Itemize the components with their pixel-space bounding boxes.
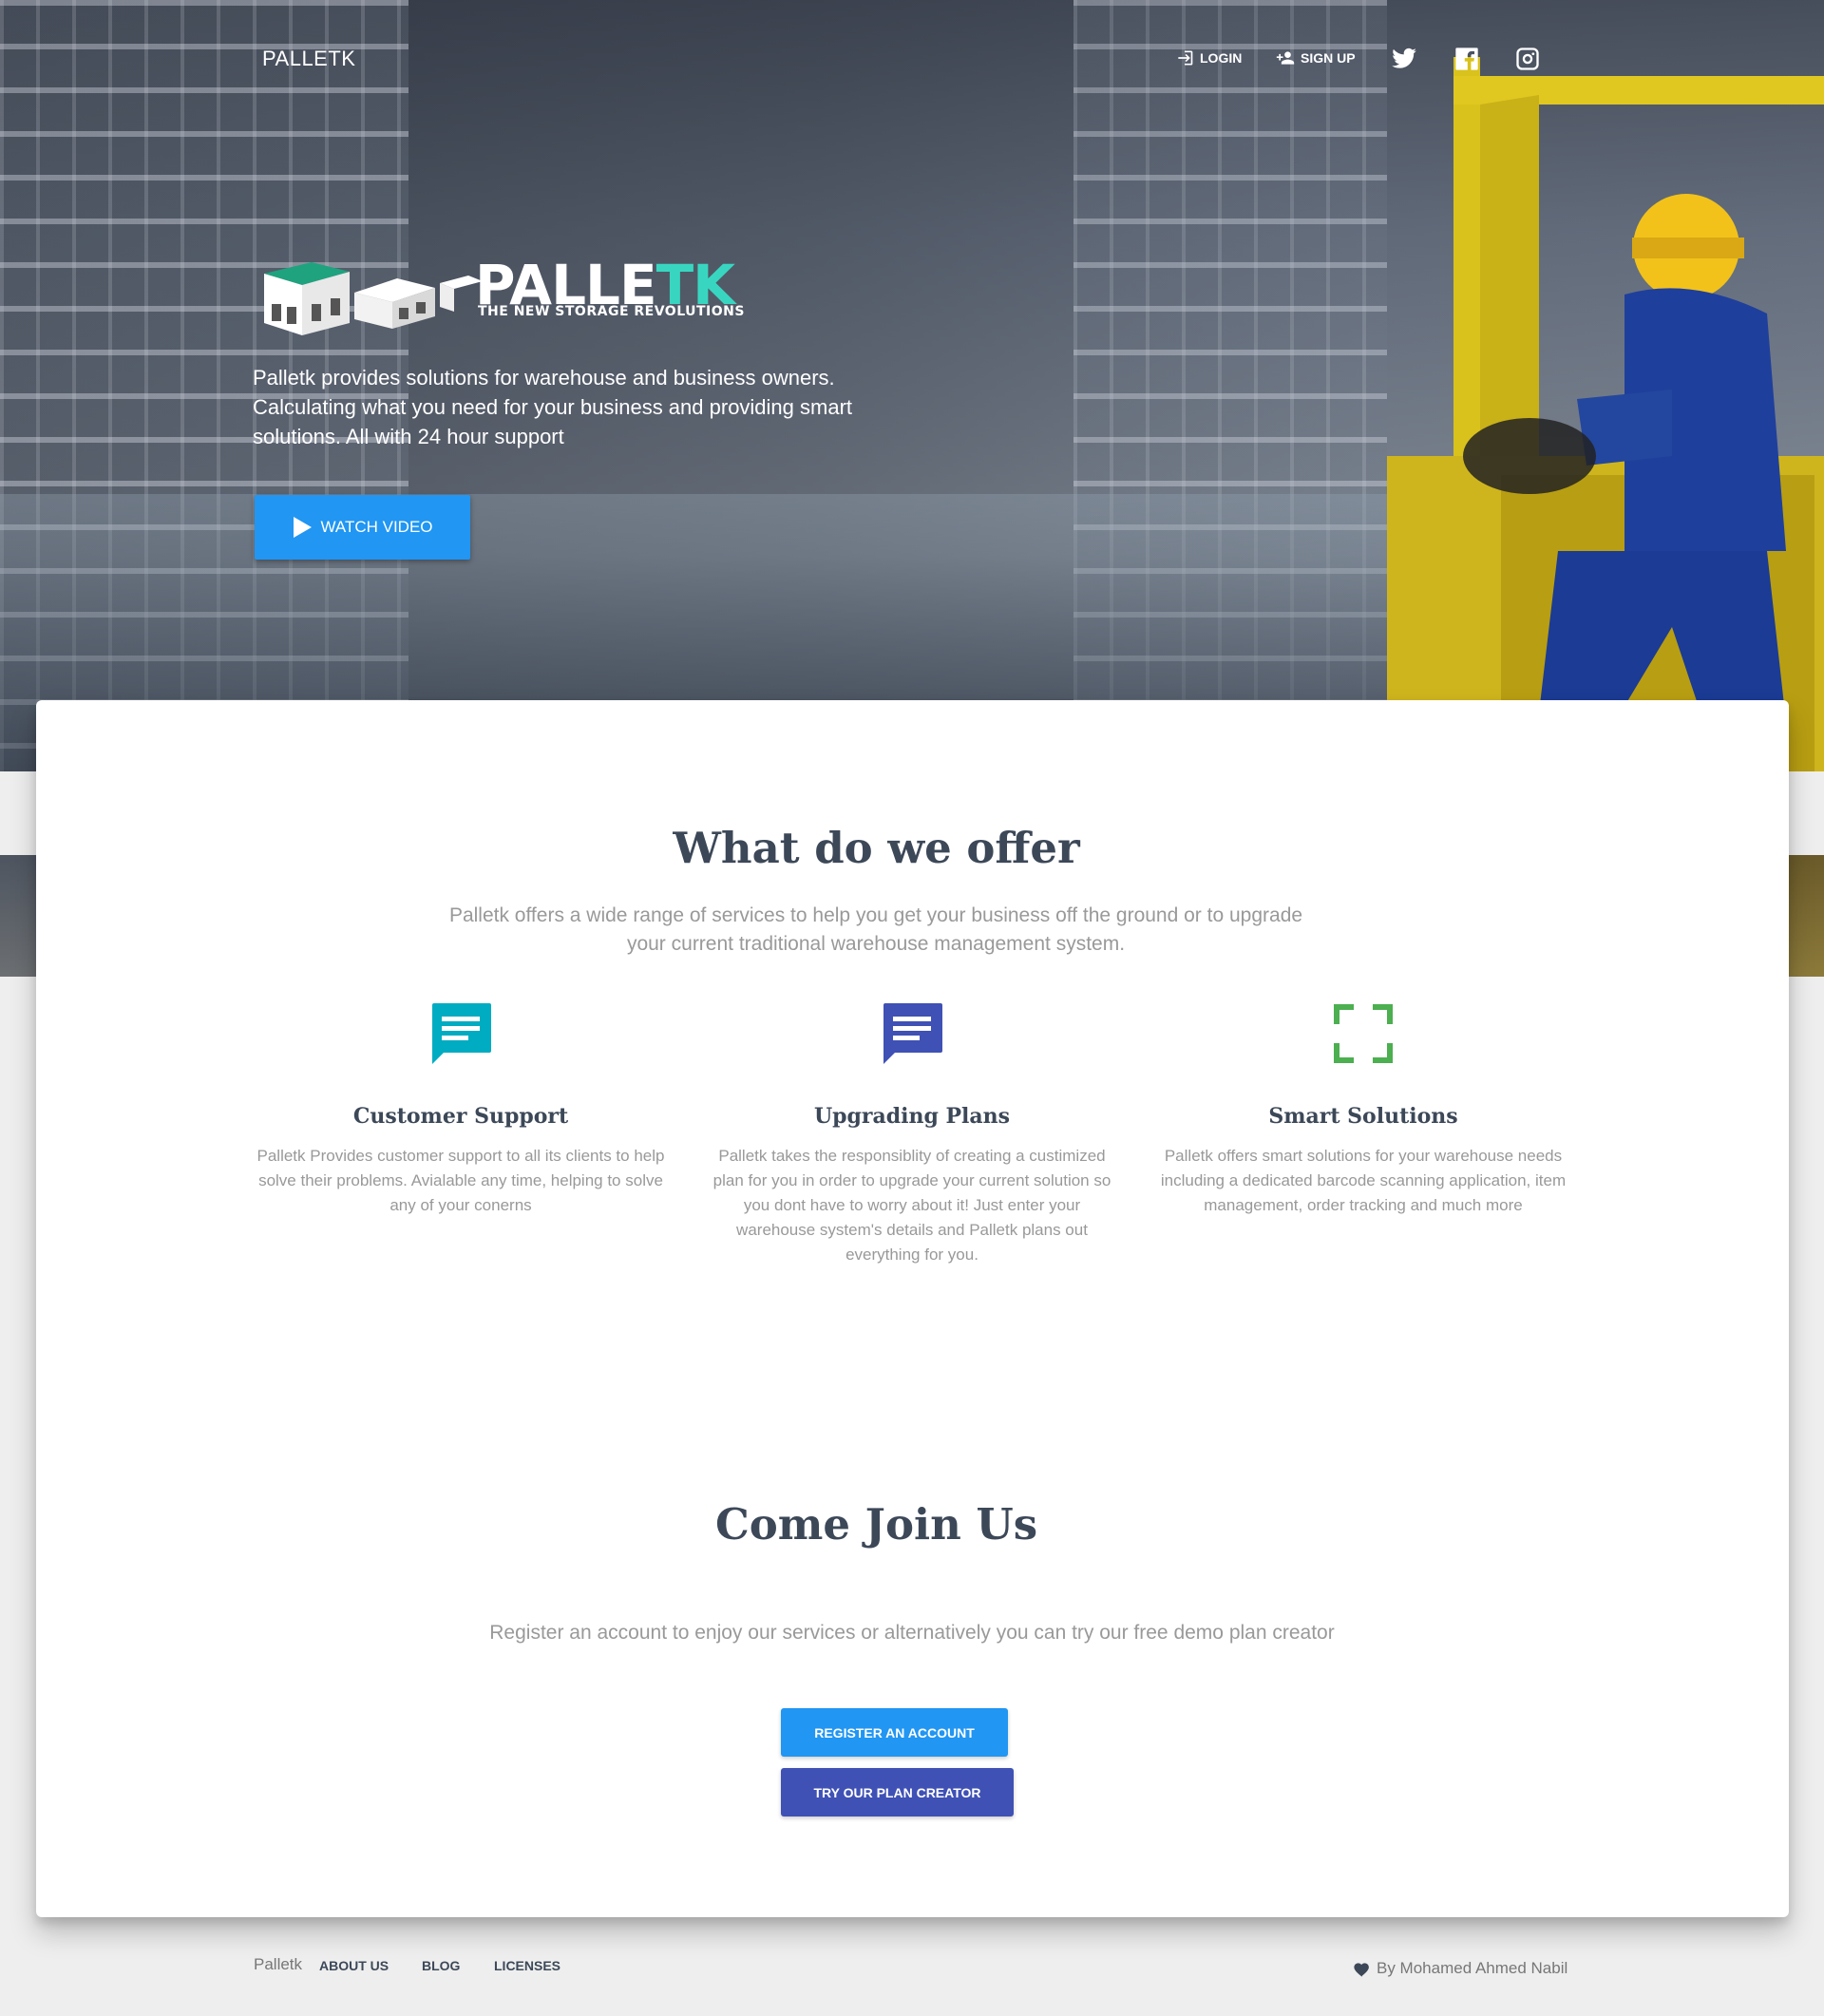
chat-icon [880,1001,944,1066]
plan-creator-button[interactable]: TRY OUR PLAN CREATOR [781,1768,1014,1816]
footer-link-licenses[interactable]: LICENSES [494,1958,560,1973]
hero-section: PALLETK LOGIN SIGN UP PALLETK THE NEW ST… [0,0,1824,771]
login-label: LOGIN [1200,50,1243,66]
footer-link-about[interactable]: ABOUT US [319,1958,389,1973]
twitter-icon [1392,48,1416,68]
side-band-left [0,855,38,977]
login-link[interactable]: LOGIN [1175,48,1242,67]
hero-description: Palletk provides solutions for warehouse… [253,366,853,448]
pallet-stack-logo-icon [264,262,483,335]
instagram-icon [1516,48,1539,70]
footer-brand[interactable]: Palletk [254,1955,302,1974]
navbar-brand[interactable]: PALLETK [262,47,355,71]
facebook-icon [1455,48,1478,70]
facebook-link[interactable] [1454,46,1480,72]
palletk-logo: PALLETK THE NEW STORAGE REVOLUTIONS [255,255,749,340]
feature-title: Smart Solutions [1268,1104,1458,1129]
signup-label: SIGN UP [1301,50,1356,66]
feature-text: Palletk Provides customer support to all… [256,1147,665,1214]
person-add-icon [1276,51,1295,65]
login-icon [1178,50,1193,66]
feature-title: Upgrading Plans [813,1104,1011,1129]
feature-text: Palletk takes the responsiblity of creat… [712,1147,1112,1264]
logo-tagline: THE NEW STORAGE REVOLUTIONS [478,304,745,319]
offer-title: What do we offer [673,823,1080,873]
feature-upgrading-plans: Upgrading Plans Palletk takes the respon… [703,1001,1121,1267]
join-title: Come Join Us [714,1499,1038,1550]
forklift-illustration [1387,57,1824,771]
watch-video-label: WATCH VIDEO [320,518,433,536]
instagram-link[interactable] [1514,46,1541,72]
register-account-button[interactable]: REGISTER AN ACCOUNT [781,1708,1008,1757]
feature-text: Palletk offers smart solutions for your … [1160,1147,1567,1214]
feature-title: Customer Support [352,1104,569,1129]
top-navbar: PALLETK LOGIN SIGN UP [0,0,1824,118]
chat-icon [428,1001,493,1066]
signup-link[interactable]: SIGN UP [1276,48,1356,67]
watch-video-button[interactable]: WATCH VIDEO [255,495,470,560]
footer-link-blog[interactable]: BLOG [422,1958,460,1973]
feature-smart-solutions: Smart Solutions Palletk offers smart sol… [1154,1001,1572,1218]
twitter-link[interactable] [1391,46,1417,72]
play-icon [294,517,313,538]
side-band-right [1786,855,1824,977]
feature-customer-support: Customer Support Palletk Provides custom… [252,1001,670,1218]
heart-icon [1354,1962,1369,1977]
scan-frame-icon [1331,1001,1396,1066]
offer-description: Palletk offers a wide range of services … [448,904,1303,955]
footer-credit-text: By Mohamed Ahmed Nabil [1377,1959,1568,1977]
footer-credit: By Mohamed Ahmed Nabil [1353,1959,1568,1978]
join-description: Register an account to enjoy our service… [489,1622,1335,1644]
